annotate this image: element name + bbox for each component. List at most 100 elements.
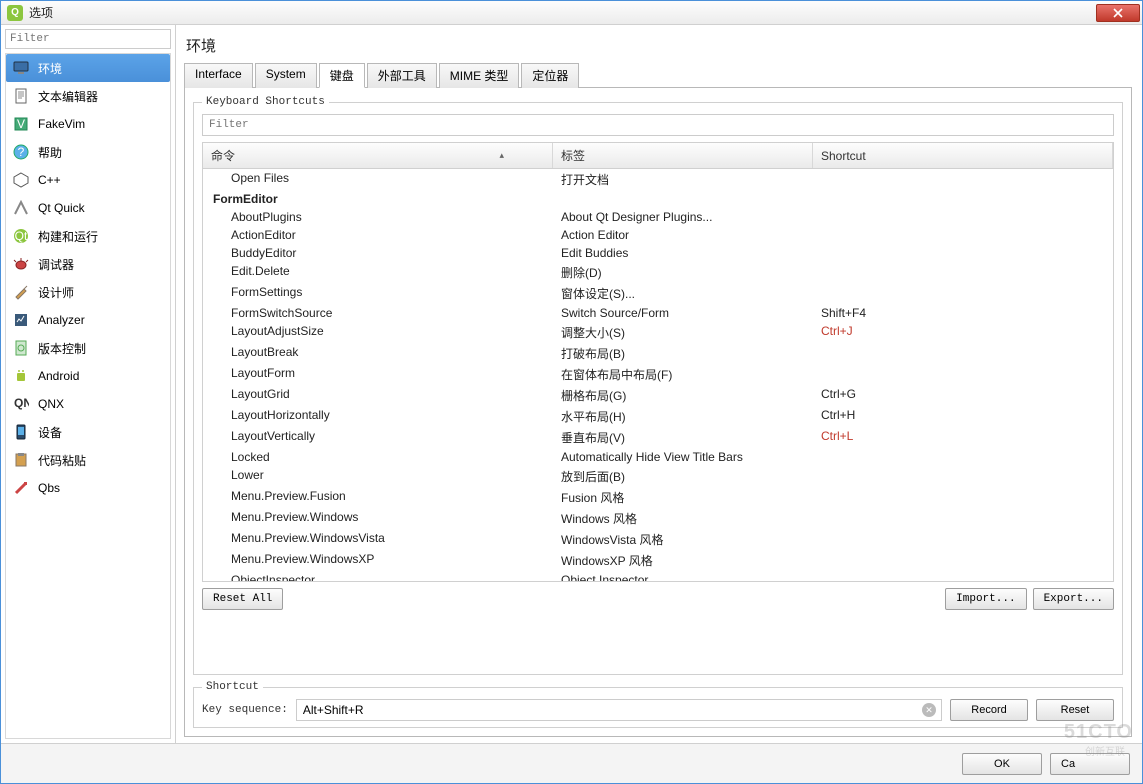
cell-label: 删除(D) (553, 263, 813, 282)
sidebar-item-qtquick[interactable]: Qt Quick (6, 194, 170, 222)
sidebar-item-android[interactable]: Android (6, 362, 170, 390)
sidebar-item-text-doc[interactable]: 文本编辑器 (6, 82, 170, 110)
tab-外部工具[interactable]: 外部工具 (367, 63, 437, 88)
table-row[interactable]: Menu.Preview.WindowsVistaWindowsVista 风格 (203, 529, 1113, 550)
sidebar-item-designer[interactable]: 设计师 (6, 278, 170, 306)
col-command[interactable]: 命令▴ (203, 143, 553, 168)
dialog-footer: OK Ca (1, 743, 1142, 783)
cell-command: LayoutHorizontally (203, 407, 553, 426)
sidebar-item-label: 代码粘贴 (38, 452, 86, 469)
cell-shortcut (813, 365, 1113, 384)
cell-shortcut (813, 572, 1113, 581)
sidebar-item-fakevim[interactable]: V FakeVim (6, 110, 170, 138)
vcs-icon (12, 339, 30, 357)
cell-label: WindowsVista 风格 (553, 530, 813, 549)
page-title: 环境 (184, 31, 1132, 62)
tab-定位器[interactable]: 定位器 (521, 63, 579, 88)
cell-label: Object Inspector (553, 572, 813, 581)
close-icon (1113, 8, 1123, 18)
sidebar-item-label: 环境 (38, 60, 62, 77)
cell-label: Edit Buddies (553, 245, 813, 261)
table-row[interactable]: LayoutVertically垂直布局(V)Ctrl+L (203, 427, 1113, 448)
table-row[interactable]: FormSettings窗体设定(S)... (203, 283, 1113, 304)
table-row[interactable]: Edit.Delete删除(D) (203, 262, 1113, 283)
tab-panel-keyboard: Keyboard Shortcuts 命令▴ 标签 Shortcut Open … (184, 88, 1132, 737)
sidebar-item-paste[interactable]: 代码粘贴 (6, 446, 170, 474)
sidebar-item-build[interactable]: Qt构建和运行 (6, 222, 170, 250)
cell-label: WindowsXP 风格 (553, 551, 813, 570)
clear-icon[interactable]: ✕ (922, 703, 936, 717)
export-button[interactable]: Export... (1033, 588, 1114, 610)
tab-键盘[interactable]: 键盘 (319, 63, 365, 88)
table-row[interactable]: Menu.Preview.WindowsXPWindowsXP 风格 (203, 550, 1113, 571)
help-icon: ? (12, 143, 30, 161)
sidebar-item-cpp[interactable]: C++ (6, 166, 170, 194)
sidebar-item-device[interactable]: 设备 (6, 418, 170, 446)
keyboard-shortcuts-group: Keyboard Shortcuts 命令▴ 标签 Shortcut Open … (193, 96, 1123, 675)
table-row[interactable]: FormSwitchSourceSwitch Source/FormShift+… (203, 304, 1113, 322)
cell-label: 栅格布局(G) (553, 386, 813, 405)
table-row[interactable]: Open Files打开文档 (203, 169, 1113, 190)
sidebar-item-label: 调试器 (38, 256, 74, 273)
cell-shortcut (813, 467, 1113, 486)
cell-shortcut (813, 170, 1113, 189)
table-body[interactable]: Open Files打开文档FormEditorAboutPluginsAbou… (203, 169, 1113, 581)
cell-command: Menu.Preview.Windows (203, 509, 553, 528)
sidebar-item-help[interactable]: ?帮助 (6, 138, 170, 166)
col-label[interactable]: 标签 (553, 143, 813, 168)
reset-all-button[interactable]: Reset All (202, 588, 283, 610)
cell-label: Switch Source/Form (553, 305, 813, 321)
table-group[interactable]: FormEditor (203, 190, 1113, 208)
table-row[interactable]: Lower放到后面(B) (203, 466, 1113, 487)
table-row[interactable]: LockedAutomatically Hide View Title Bars (203, 448, 1113, 466)
table-row[interactable]: BuddyEditorEdit Buddies (203, 244, 1113, 262)
sidebar-item-analyzer[interactable]: Analyzer (6, 306, 170, 334)
sidebar-item-debug[interactable]: 调试器 (6, 250, 170, 278)
sidebar-item-label: FakeVim (38, 117, 85, 131)
sidebar-item-qbs[interactable]: Qbs (6, 474, 170, 502)
key-sequence-input[interactable] (296, 699, 942, 721)
table-row[interactable]: ObjectInspectorObject Inspector (203, 571, 1113, 581)
cell-label: Action Editor (553, 227, 813, 243)
sidebar-item-label: C++ (38, 173, 61, 187)
table-row[interactable]: LayoutBreak打破布局(B) (203, 343, 1113, 364)
shortcuts-table: 命令▴ 标签 Shortcut Open Files打开文档FormEditor… (202, 142, 1114, 582)
table-row[interactable]: ActionEditorAction Editor (203, 226, 1113, 244)
col-shortcut[interactable]: Shortcut (813, 143, 1113, 168)
import-button[interactable]: Import... (945, 588, 1026, 610)
debug-icon (12, 255, 30, 273)
cancel-button[interactable]: Ca (1050, 753, 1130, 775)
tab-system[interactable]: System (255, 63, 317, 88)
close-button[interactable] (1096, 4, 1140, 22)
ok-button[interactable]: OK (962, 753, 1042, 775)
cell-command: Lower (203, 467, 553, 486)
sidebar-item-vcs[interactable]: 版本控制 (6, 334, 170, 362)
cell-command: Menu.Preview.WindowsXP (203, 551, 553, 570)
table-row[interactable]: LayoutGrid栅格布局(G)Ctrl+G (203, 385, 1113, 406)
cell-command: FormSettings (203, 284, 553, 303)
sidebar-item-qnx[interactable]: QNXQNX (6, 390, 170, 418)
table-row[interactable]: LayoutHorizontally水平布局(H)Ctrl+H (203, 406, 1113, 427)
shortcuts-filter[interactable] (202, 114, 1114, 136)
monitor-icon (12, 59, 30, 77)
record-button[interactable]: Record (950, 699, 1028, 721)
table-row[interactable]: Menu.Preview.WindowsWindows 风格 (203, 508, 1113, 529)
reset-button[interactable]: Reset (1036, 699, 1114, 721)
table-row[interactable]: Menu.Preview.FusionFusion 风格 (203, 487, 1113, 508)
sidebar-item-monitor[interactable]: 环境 (6, 54, 170, 82)
tab-mime-类型[interactable]: MIME 类型 (439, 63, 520, 88)
android-icon (12, 367, 30, 385)
sidebar-filter[interactable] (5, 29, 171, 49)
tab-interface[interactable]: Interface (184, 63, 253, 88)
table-row[interactable]: LayoutAdjustSize调整大小(S)Ctrl+J (203, 322, 1113, 343)
cell-command: Menu.Preview.Fusion (203, 488, 553, 507)
fakevim-icon: V (12, 115, 30, 133)
analyzer-icon (12, 311, 30, 329)
table-row[interactable]: LayoutForm在窗体布局中布局(F) (203, 364, 1113, 385)
device-icon (12, 423, 30, 441)
sidebar-item-label: Analyzer (38, 313, 85, 327)
cell-command: AboutPlugins (203, 209, 553, 225)
qnx-icon: QNX (12, 395, 30, 413)
table-row[interactable]: AboutPluginsAbout Qt Designer Plugins... (203, 208, 1113, 226)
key-sequence-label: Key sequence: (202, 704, 288, 716)
